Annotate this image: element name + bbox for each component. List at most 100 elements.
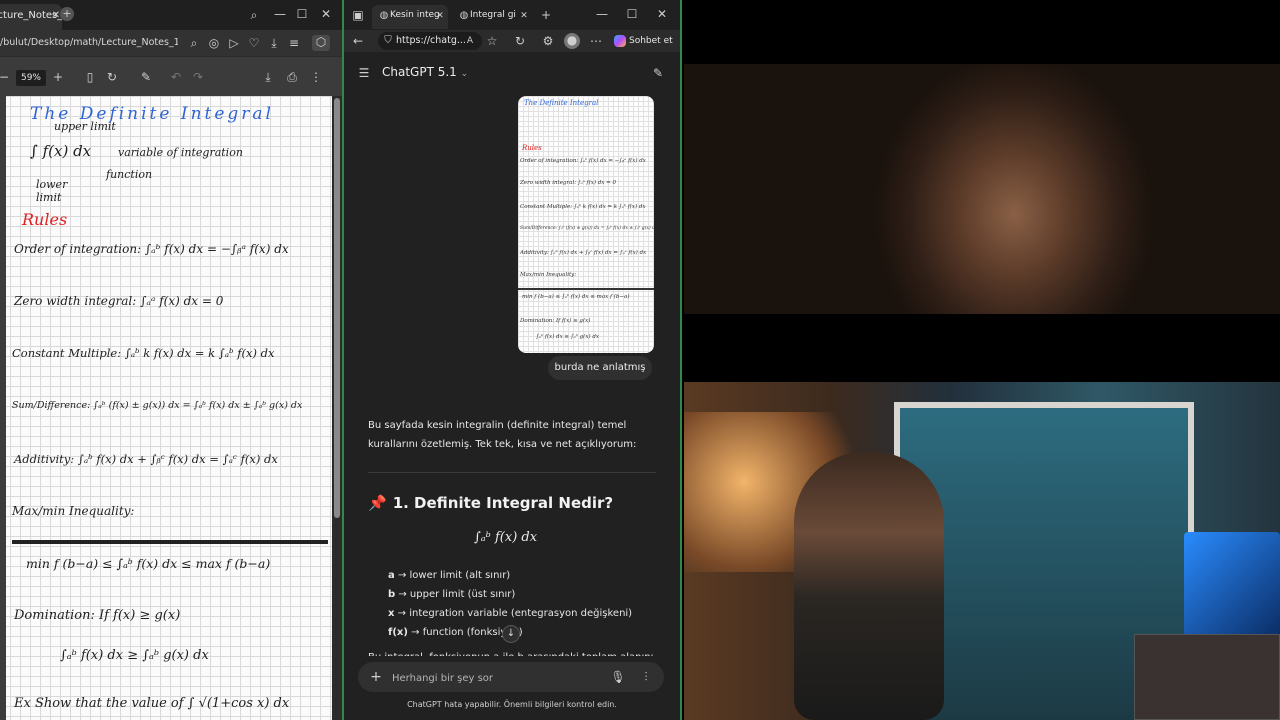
voice-mode-icon[interactable]: ⫶ [638,670,654,684]
extensions-icon[interactable]: ⚙ [540,34,556,48]
rotate-icon[interactable]: ↻ [104,70,120,84]
attached-notes-image[interactable]: The Definite Integral Rules Order of int… [518,96,654,353]
variable-note: variable of integration [118,146,243,159]
mini-rule-const: Constant Multiple: ∫ₐᵇ k f(x) dx = k ∫ₐᵇ… [520,204,646,210]
fit-page-icon[interactable]: ▯ [82,70,98,84]
rule-constant-multiple: Constant Multiple: ∫ₐᵇ k f(x) dx = k ∫ₐᵇ… [12,346,275,360]
site-info-icon[interactable]: ⛉ [380,34,396,48]
download-icon[interactable]: ⤓ [266,36,282,50]
bullet-function: f(x) → function (fonksiyon) [388,627,658,638]
answer-intro: Bu sayfada kesin integralin (definite in… [368,420,637,450]
profile-avatar-icon[interactable]: ● [564,33,580,49]
new-tab-icon[interactable]: + [60,7,74,21]
mini-rule-sum: Sum/Difference: ∫ₐᵇ (f(x) ± g(x)) dx = ∫… [520,226,654,231]
screenshot-icon[interactable]: ◎ [206,36,222,50]
more-options-icon[interactable]: ⋯ [588,34,604,48]
minimize-icon[interactable]: — [272,7,288,21]
bullet-text: → lower limit (alt sınır) [397,570,511,581]
bullet-key: f(x) [388,627,408,638]
rule-max-min: Max/min Inequality: [12,504,135,518]
bullet-lower-limit: a → lower limit (alt sınır) [388,570,658,581]
redo-icon[interactable]: ↷ [190,70,206,84]
zoom-in-icon[interactable]: + [50,70,66,84]
definite-integral-formula: ∫ₐᵇ f(x) dx [474,530,538,545]
tab-globe-icon: ◍ [459,10,469,21]
new-chat-icon[interactable]: ✎ [650,66,666,80]
function-note: function [106,168,153,181]
microphone-icon[interactable]: 🎙 [610,670,626,684]
new-tab-icon[interactable]: + [538,8,554,22]
mini-rules-heading: Rules [522,144,542,152]
maximize-icon[interactable]: ☐ [294,7,310,21]
favorite-icon[interactable]: ☆ [484,34,500,48]
webcam-feed [684,382,1280,720]
back-icon[interactable]: ← [350,34,366,48]
scroll-to-bottom-button[interactable]: ↓ [502,625,520,643]
zoom-out-icon[interactable]: − [0,70,12,84]
bullet-text: → upper limit (üst sınır) [398,589,516,600]
rule-domination: Domination: If f(x) ≥ g(x) [14,608,181,623]
mini-rule-maxmin: Max/min Inequality: [520,272,577,278]
menu-icon[interactable]: ≡ [286,36,302,50]
mini-rule-zero: Zero width integral: ∫ₐᵃ f(x) dx = 0 [520,180,616,186]
mini-rule-add: Additivity: ∫ₐᵇ f(x) dx + ∫ᵦᶜ f(x) dx = … [520,250,647,256]
tab-integral-label: Integral gi [470,10,516,20]
pdf-address-bar: /bulut/Desktop/math/Lecture_Notes_11_Sec… [0,30,342,56]
pdf-toolbar: − 59% + ▯ ↻ ✎ ↶ ↷ ⤓ ⎙ ⋮ [0,56,342,96]
rule-additivity: Additivity: ∫ₐᵇ f(x) dx + ∫ᵦᶜ f(x) dx = … [14,452,278,466]
bullet-key: x [388,608,395,619]
model-name: ChatGPT 5.1 [382,65,457,79]
pdf-page: The Definite Integral upper limit ∫ f(x)… [0,96,332,720]
undo-icon[interactable]: ↶ [168,70,184,84]
mini-rule-order: Order of integration: ∫ₐᵇ f(x) dx = −∫ᵦᵃ… [520,158,646,164]
person-silhouette [794,452,944,720]
chat-header: ☰ ChatGPT 5.1 ⌄ ✎ [344,56,680,90]
zoom-level[interactable]: 59% [16,70,46,86]
pdf-viewer-window: Lecture_Notes_12_Section ✕ + ⌕ — ☐ ✕ /bu… [0,0,342,720]
answer-cut-line: Bu integral, fonksiyonun a ile b arasınd… [368,648,658,656]
movie-video [684,0,1280,382]
copilot-icon [614,34,626,47]
monitor-glow [1184,532,1280,642]
mini-notes-title: The Definite Integral [524,99,599,107]
window-close-icon[interactable]: ✕ [654,7,670,21]
user-message: burda ne anlatmış [548,356,652,380]
draw-icon[interactable]: ✎ [138,70,154,84]
maximize-icon[interactable]: ☐ [624,7,640,21]
extension-icon[interactable]: ⬡ [312,35,330,51]
pdf-scroll-thumb[interactable] [334,98,340,518]
rule-zero-width: Zero width integral: ∫ₐᵃ f(x) dx = 0 [14,294,224,308]
movie-frame [684,64,1280,314]
print-icon[interactable]: ⎙ [284,70,300,84]
bullet-key: a [388,570,395,581]
mini-rule-dom-expr: ∫ₐᵇ f(x) dx ≥ ∫ₐᵇ g(x) dx [536,334,599,340]
tab-actions-icon[interactable]: ▣ [350,8,366,22]
favorite-icon[interactable]: ♡ [246,36,262,50]
more-options-icon[interactable]: ⋮ [308,70,324,84]
tab-close-icon[interactable]: ✕ [432,9,448,23]
tab-close-icon[interactable]: ✕ [516,9,532,23]
disclaimer: ChatGPT hata yapabilir. Önemli bilgileri… [407,700,617,709]
zoom-search-icon[interactable]: ⌕ [186,36,202,50]
pdf-tab-bar: Lecture_Notes_12_Section ✕ + ⌕ — ☐ ✕ [0,0,342,30]
tab-globe-icon: ◍ [379,10,389,21]
minimize-icon[interactable]: — [594,7,610,21]
refresh-icon[interactable]: ↻ [512,34,528,48]
attach-plus-icon[interactable]: + [368,670,384,684]
copilot-chat-button[interactable]: Sohbet et [614,33,676,49]
webcam-overlay [1134,634,1280,720]
model-selector[interactable]: ChatGPT 5.1 ⌄ [382,65,468,79]
bullet-upper-limit: b → upper limit (üst sınır) [388,589,658,600]
search-icon[interactable]: ⌕ [246,8,262,22]
bullet-text: → integration variable (entegrasyon deği… [397,608,633,619]
pdf-url-field[interactable]: /bulut/Desktop/math/Lecture_Notes_11_Sec… [0,37,178,48]
window-close-icon[interactable]: ✕ [318,7,334,21]
lower-limit-label: lower limit [36,178,68,204]
rule-sum-difference: Sum/Difference: ∫ₐᵇ (f(x) ± g(x)) dx = ∫… [12,400,303,411]
save-icon[interactable]: ⤓ [260,70,276,84]
chat-conversation: The Definite Integral Rules Order of int… [344,90,680,720]
chat-input[interactable] [392,671,592,685]
read-aloud-icon[interactable]: ▷ [226,36,242,50]
read-aloud-icon[interactable]: A [462,34,478,48]
sidebar-toggle-icon[interactable]: ☰ [356,66,372,80]
